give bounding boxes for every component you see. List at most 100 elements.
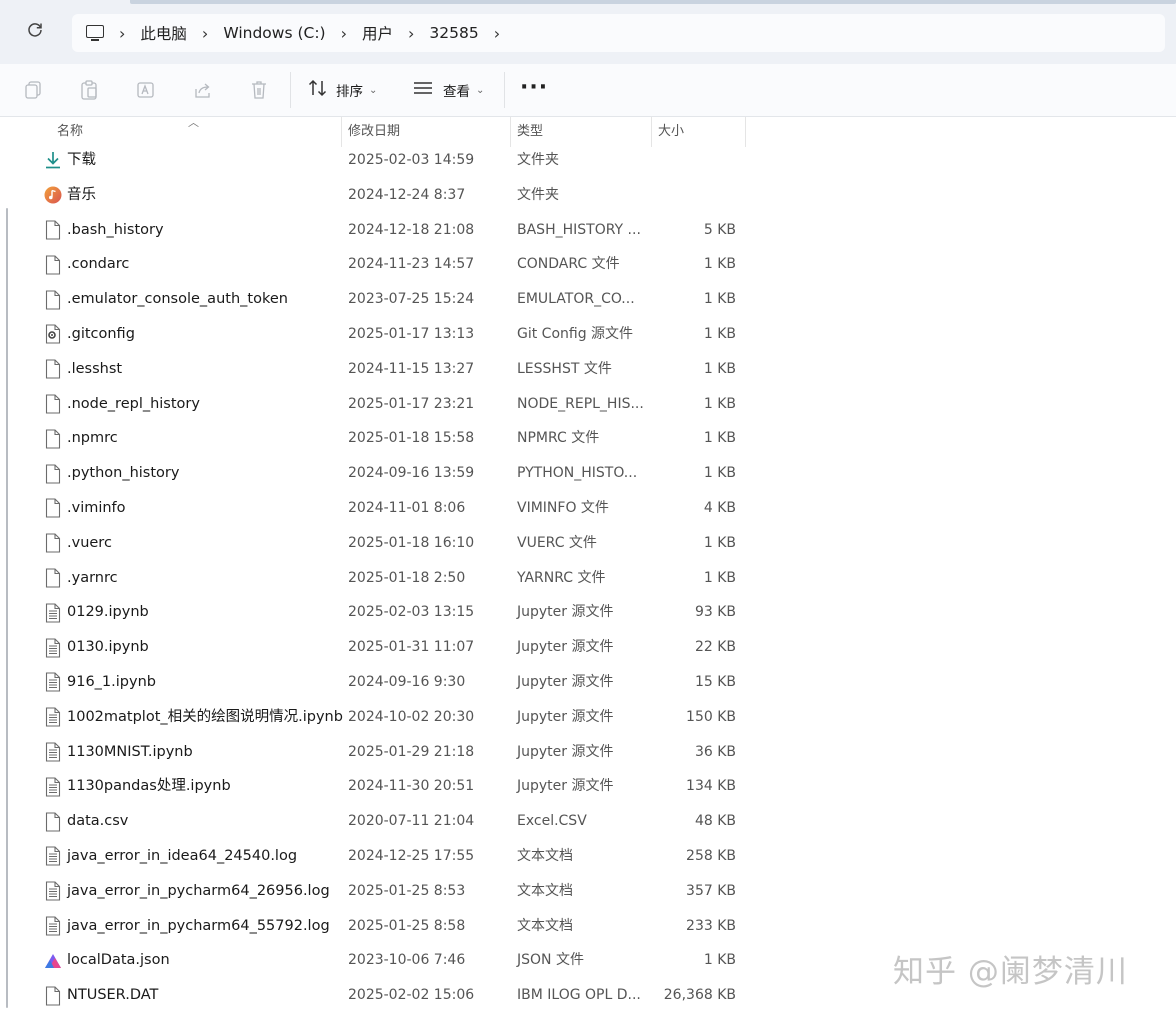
file-modified-date: 2024-09-16 9:30 (348, 674, 466, 690)
file-size: 5 KB (703, 221, 736, 238)
share-icon[interactable] (193, 79, 213, 101)
file-size: 26,368 KB (663, 987, 736, 1004)
file-size: 1 KB (703, 395, 736, 412)
file-name[interactable]: 916_1.ipynb (67, 665, 156, 700)
rename-icon[interactable] (136, 79, 156, 101)
file-name[interactable]: .vuerc (67, 526, 112, 561)
file-modified-date: 2024-12-25 17:55 (348, 848, 475, 864)
file-name[interactable]: .python_history (67, 456, 179, 491)
file-icon (44, 804, 62, 839)
file-name[interactable]: localData.json (67, 943, 170, 978)
breadcrumb-item[interactable]: Windows (C:) (223, 24, 325, 42)
refresh-icon[interactable] (22, 20, 48, 46)
file-name[interactable]: NTUSER.DAT (67, 978, 158, 1013)
file-name[interactable]: 1002matplot_相关的绘图说明情况.ipynb (67, 700, 343, 735)
file-name[interactable]: .lesshst (67, 352, 122, 387)
file-name[interactable]: 1130MNIST.ipynb (67, 735, 193, 770)
file-row[interactable]: .yarnrc 2025-01-18 2:50 YARNRC 文件 1 KB (0, 561, 760, 596)
file-name[interactable]: .yarnrc (67, 561, 118, 596)
file-size: 1 KB (703, 256, 736, 273)
sort-button[interactable]: 排序 ⌄ (308, 77, 377, 103)
file-name[interactable]: java_error_in_pycharm64_26956.log (67, 874, 330, 909)
file-name[interactable]: .node_repl_history (67, 387, 200, 422)
file-name[interactable]: 0129.ipynb (67, 595, 149, 630)
file-row[interactable]: .python_history 2024-09-16 13:59 PYTHON_HI… (0, 456, 760, 491)
address-bar[interactable]: › 此电脑 › Windows (C:) › 用户 › 32585 › (72, 14, 1165, 52)
computer-icon[interactable] (86, 24, 104, 42)
text-file-icon (44, 700, 62, 735)
file-row[interactable]: .node_repl_history 2025-01-17 23:21 NODE_R… (0, 387, 760, 422)
file-row[interactable]: .viminfo 2024-11-01 8:06 VIMINFO 文件 4 KB (0, 491, 760, 526)
file-row[interactable]: .npmrc 2025-01-18 15:58 NPMRC 文件 1 KB (0, 421, 760, 456)
file-modified-date: 2024-11-15 13:27 (348, 360, 475, 377)
file-row[interactable]: .vuerc 2025-01-18 16:10 VUERC 文件 1 KB (0, 526, 760, 561)
view-list-icon (413, 81, 433, 99)
file-name[interactable]: .npmrc (67, 421, 118, 456)
breadcrumb-item[interactable]: 32585 (429, 24, 478, 42)
file-size: 1 KB (703, 465, 736, 482)
file-name[interactable]: .bash_history (67, 213, 164, 248)
chevron-right-icon[interactable]: › (494, 24, 500, 43)
file-row[interactable]: 1130MNIST.ipynb 2025-01-29 21:18 Jupyter 源… (0, 735, 760, 770)
file-name[interactable]: 0130.ipynb (67, 630, 149, 665)
file-row[interactable]: .emulator_console_auth_token 2023-07-25 1… (0, 282, 760, 317)
file-row[interactable]: java_error_in_idea64_24540.log 2024-12-25… (0, 839, 760, 874)
file-size: 258 KB (686, 848, 736, 864)
file-row[interactable]: 下载 2025-02-03 14:59 文件夹 (0, 143, 760, 178)
file-size: 1 KB (703, 952, 736, 969)
file-icon (44, 456, 62, 491)
file-row[interactable]: .bash_history 2024-12-18 21:08 BASH_HISTOR… (0, 213, 760, 248)
file-name[interactable]: 音乐 (67, 178, 96, 213)
file-size: 150 KB (686, 708, 736, 725)
file-name[interactable]: data.csv (67, 804, 128, 839)
delete-icon[interactable] (249, 79, 269, 101)
file-row[interactable]: 音乐 2024-12-24 8:37 文件夹 (0, 178, 760, 213)
chevron-right-icon[interactable]: › (119, 24, 125, 43)
file-row[interactable]: java_error_in_pycharm64_26956.log 2025-01… (0, 874, 760, 909)
file-row[interactable]: localData.json 2023-10-06 7:46 JSON 文件 1 KB (0, 943, 760, 978)
file-size: 134 KB (686, 778, 736, 795)
file-row[interactable]: 916_1.ipynb 2024-09-16 9:30 Jupyter 源文件 15 … (0, 665, 760, 700)
file-name[interactable]: 1130pandas处理.ipynb (67, 769, 231, 804)
file-type: 文本文档 (517, 848, 573, 864)
more-options-button[interactable]: ··· (520, 76, 548, 100)
paste-icon[interactable] (80, 79, 100, 101)
file-row[interactable]: 0130.ipynb 2025-01-31 11:07 Jupyter 源文件 22 … (0, 630, 760, 665)
file-row[interactable]: NTUSER.DAT 2025-02-02 15:06 IBM ILOG OPL D… (0, 978, 760, 1013)
music-icon (44, 178, 62, 213)
chevron-right-icon[interactable]: › (408, 24, 414, 43)
sort-icon (308, 79, 328, 101)
file-name[interactable]: java_error_in_pycharm64_55792.log (67, 909, 330, 944)
file-name[interactable]: .emulator_console_auth_token (67, 282, 288, 317)
file-modified-date: 2025-01-29 21:18 (348, 743, 475, 760)
text-file-icon (44, 769, 62, 804)
file-type: VIMINFO 文件 (517, 500, 609, 516)
chevron-right-icon[interactable]: › (202, 24, 208, 43)
file-modified-date: 2024-11-30 20:51 (348, 778, 475, 795)
view-button[interactable]: 查看 ⌄ (413, 77, 484, 103)
file-row[interactable]: 0129.ipynb 2025-02-03 13:15 Jupyter 源文件 93 … (0, 595, 760, 630)
file-icon (44, 282, 62, 317)
copy-icon[interactable] (24, 79, 44, 101)
file-name[interactable]: .gitconfig (67, 317, 135, 352)
file-modified-date: 2023-10-06 7:46 (348, 952, 466, 969)
file-name[interactable]: .condarc (67, 247, 129, 282)
file-name[interactable]: .viminfo (67, 491, 126, 526)
file-name[interactable]: java_error_in_idea64_24540.log (67, 839, 297, 874)
file-name[interactable]: 下载 (67, 143, 96, 178)
file-row[interactable]: 1130pandas处理.ipynb 2024-11-30 20:51 Jupyte… (0, 769, 760, 804)
file-modified-date: 2025-01-18 2:50 (348, 569, 466, 586)
file-row[interactable]: .lesshst 2024-11-15 13:27 LESSHST 文件 1 KB (0, 352, 760, 387)
breadcrumb-item[interactable]: 此电脑 (140, 22, 187, 44)
chevron-right-icon[interactable]: › (341, 24, 347, 43)
breadcrumb-item[interactable]: 用户 (362, 22, 393, 44)
file-row[interactable]: data.csv 2020-07-11 21:04 Excel.CSV 48 KB (0, 804, 760, 839)
file-row[interactable]: .condarc 2024-11-23 14:57 CONDARC 文件 1 KB (0, 247, 760, 282)
file-row[interactable]: .gitconfig 2025-01-17 13:13 Git Config 源文件… (0, 317, 760, 352)
text-file-icon (44, 665, 62, 700)
file-row[interactable]: 1002matplot_相关的绘图说明情况.ipynb 2024-10-02 20… (0, 700, 760, 735)
file-row[interactable]: java_error_in_pycharm64_55792.log 2025-01… (0, 909, 760, 944)
file-modified-date: 2024-12-18 21:08 (348, 221, 475, 238)
file-modified-date: 2025-01-17 23:21 (348, 395, 475, 412)
file-size: 93 KB (694, 604, 736, 621)
